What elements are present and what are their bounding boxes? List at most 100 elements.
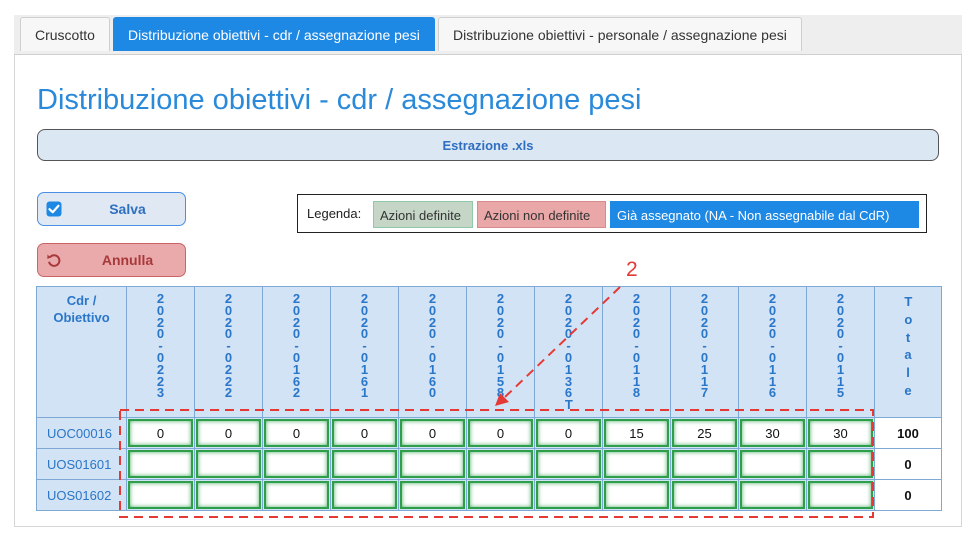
weight-cell (806, 417, 875, 449)
weights-table: Cdr / Obiettivo 2020-0223 2020-0222 2020… (36, 286, 942, 511)
weight-input[interactable] (604, 481, 669, 509)
weight-cell (194, 417, 263, 449)
weight-cell (738, 417, 807, 449)
weight-cell (398, 479, 467, 511)
weight-cell (262, 448, 331, 480)
weight-input[interactable] (740, 419, 805, 447)
weight-input[interactable] (740, 481, 805, 509)
weight-cell (534, 448, 603, 480)
weight-cell (330, 479, 399, 511)
weight-input[interactable] (536, 450, 601, 478)
objective-code: 2020-0162 (292, 291, 301, 401)
table-row: UOS01601 0 (36, 448, 942, 480)
objective-header: 2020-0118 (602, 286, 671, 418)
cdr-label: UOC00016 (36, 417, 127, 449)
weight-input[interactable] (264, 419, 329, 447)
weight-input[interactable] (536, 419, 601, 447)
weight-input[interactable] (740, 450, 805, 478)
weight-input[interactable] (264, 450, 329, 478)
table-row: UOC00016 100 (36, 417, 942, 449)
weight-input[interactable] (672, 450, 737, 478)
objective-code: 2020-0136T (564, 291, 573, 413)
tab-distribuzione-cdr[interactable]: Distribuzione obiettivi - cdr / assegnaz… (113, 17, 435, 51)
weight-input[interactable] (128, 419, 193, 447)
objective-code: 2020-0116 (768, 291, 777, 401)
weight-input[interactable] (400, 450, 465, 478)
weight-input[interactable] (196, 450, 261, 478)
weight-input[interactable] (196, 419, 261, 447)
cdr-label: UOS01602 (36, 479, 127, 511)
weight-cell (602, 448, 671, 480)
objective-code: 2020-0117 (700, 291, 709, 401)
objective-code: 2020-0161 (360, 291, 369, 401)
weight-cell (262, 417, 331, 449)
legend-item-assigned: Già assegnato (NA - Non assegnabile dal … (610, 201, 919, 228)
legend-item-undefined: Azioni non definite (477, 201, 606, 228)
weight-input[interactable] (468, 419, 533, 447)
weight-cell (534, 417, 603, 449)
weight-input[interactable] (264, 481, 329, 509)
total-header: Totale (874, 286, 942, 418)
objective-header: 2020-0223 (126, 286, 195, 418)
weight-cell (602, 417, 671, 449)
objective-header: 2020-0136T (534, 286, 603, 418)
weight-input[interactable] (128, 450, 193, 478)
objective-header: 2020-0115 (806, 286, 875, 418)
weight-input[interactable] (536, 481, 601, 509)
objective-header: 2020-0162 (262, 286, 331, 418)
export-xls-button[interactable]: Estrazione .xls (37, 129, 939, 161)
row-total: 100 (874, 417, 942, 449)
page-title: Distribuzione obiettivi - cdr / assegnaz… (37, 84, 642, 116)
weight-input[interactable] (468, 481, 533, 509)
weight-cell (466, 417, 535, 449)
weight-input[interactable] (808, 450, 873, 478)
weight-input[interactable] (468, 450, 533, 478)
weight-cell (670, 417, 739, 449)
corner-header: Cdr / Obiettivo (36, 286, 127, 418)
weight-cell (126, 479, 195, 511)
objective-code: 2020-0158 (496, 291, 505, 401)
weight-input[interactable] (604, 450, 669, 478)
weight-input[interactable] (672, 481, 737, 509)
tab-distribuzione-personale[interactable]: Distribuzione obiettivi - personale / as… (438, 17, 802, 51)
weight-input[interactable] (400, 419, 465, 447)
annotation-number: 2 (626, 258, 638, 281)
row-total: 0 (874, 479, 942, 511)
checkbox-checked-icon (46, 201, 62, 217)
weight-input[interactable] (332, 419, 397, 447)
weight-input[interactable] (400, 481, 465, 509)
weight-input[interactable] (808, 481, 873, 509)
weight-input[interactable] (808, 419, 873, 447)
table-row: UOS01602 0 (36, 479, 942, 511)
save-button[interactable]: Salva (37, 192, 186, 226)
weight-input[interactable] (332, 481, 397, 509)
weight-input[interactable] (672, 419, 737, 447)
weight-cell (126, 448, 195, 480)
cancel-button-label: Annulla (101, 252, 154, 268)
objective-header: 2020-0222 (194, 286, 263, 418)
tab-cruscotto[interactable]: Cruscotto (20, 17, 110, 51)
objective-header: 2020-0161 (330, 286, 399, 418)
weight-cell (806, 479, 875, 511)
weight-cell (738, 448, 807, 480)
objective-code: 2020-0223 (156, 291, 165, 401)
weight-input[interactable] (604, 419, 669, 447)
weight-cell (262, 479, 331, 511)
legend-item-defined: Azioni definite (373, 201, 473, 228)
objective-code: 2020-0115 (836, 291, 845, 401)
weight-input[interactable] (196, 481, 261, 509)
weight-input[interactable] (128, 481, 193, 509)
objective-header: 2020-0116 (738, 286, 807, 418)
weight-cell (670, 448, 739, 480)
cancel-button[interactable]: Annulla (37, 243, 186, 277)
objective-header: 2020-0117 (670, 286, 739, 418)
weight-cell (194, 448, 263, 480)
weight-input[interactable] (332, 450, 397, 478)
weight-cell (602, 479, 671, 511)
cdr-label: UOS01601 (36, 448, 127, 480)
weight-cell (330, 417, 399, 449)
total-header-label: Totale (904, 294, 913, 398)
weight-cell (466, 448, 535, 480)
weight-cell (398, 448, 467, 480)
weight-cell (330, 448, 399, 480)
